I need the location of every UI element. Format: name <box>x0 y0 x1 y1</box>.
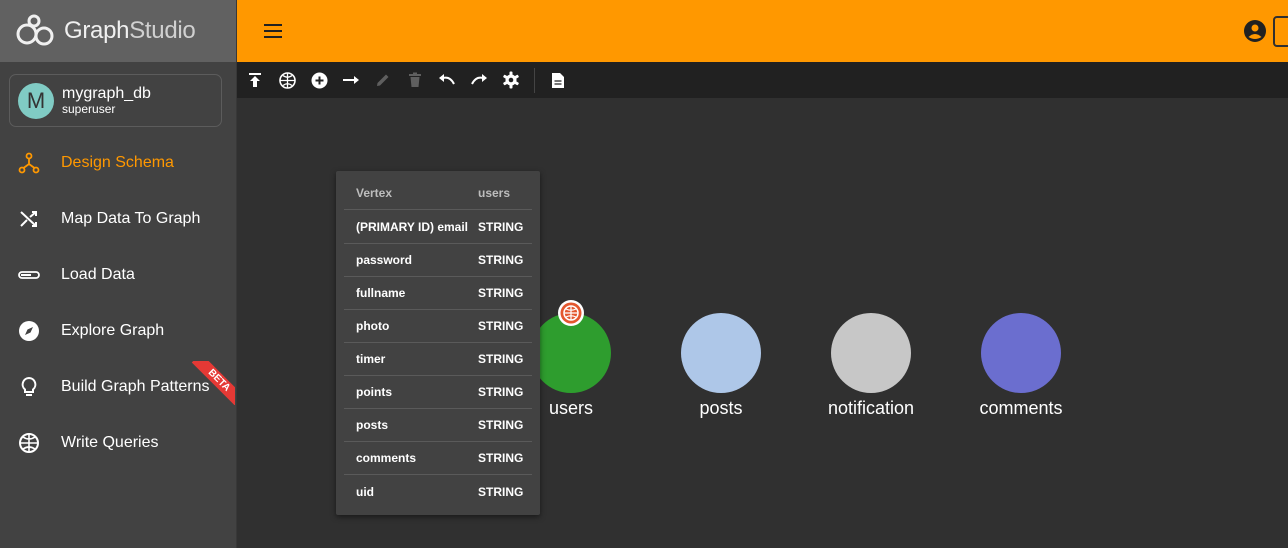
topbar-button[interactable] <box>1273 16 1288 47</box>
settings-icon[interactable] <box>502 71 520 89</box>
sidebar-item-write-queries[interactable]: Write Queries <box>0 415 236 471</box>
sidebar-item-label: Load Data <box>61 266 135 283</box>
sidebar-item-explore-graph[interactable]: Explore Graph <box>0 303 236 359</box>
vertex-label-notification: notification <box>827 398 915 418</box>
account-icon[interactable] <box>1243 19 1267 43</box>
menu-icon[interactable] <box>263 21 283 41</box>
brand-logo[interactable]: GraphStudio <box>0 0 236 62</box>
sidebar-item-label: Build Graph Patterns <box>61 378 210 395</box>
vertex-notification[interactable] <box>831 313 911 393</box>
attribute-row: password STRING <box>344 244 532 277</box>
vertex-comments[interactable] <box>981 313 1061 393</box>
delete-icon[interactable] <box>406 71 424 89</box>
sidebar-item-load-data[interactable]: Load Data <box>0 247 236 303</box>
redo-icon[interactable] <box>470 71 488 89</box>
sidebar-nav: Design Schema Map Data To Graph Load Dat… <box>0 135 236 471</box>
schema-toolbar <box>237 62 1288 98</box>
undo-icon[interactable] <box>438 71 456 89</box>
load-icon <box>18 264 40 286</box>
sidebar-item-label: Design Schema <box>61 154 174 171</box>
sidebar-item-design-schema[interactable]: Design Schema <box>0 135 236 191</box>
sidebar-item-build-patterns[interactable]: Build Graph Patterns BETA <box>0 359 236 415</box>
publish-schema-icon[interactable] <box>246 71 264 89</box>
global-vertex-icon[interactable] <box>278 71 296 89</box>
attribute-row: uid STRING <box>356 484 524 499</box>
vertex-tooltip: Vertex users (PRIMARY ID) email STRING pas… <box>336 171 540 515</box>
edit-icon[interactable] <box>374 71 392 89</box>
attribute-row: posts STRING <box>344 409 532 442</box>
attribute-row: points STRING <box>344 376 532 409</box>
beta-badge: BETA <box>191 361 235 405</box>
sidebar-item-label: Explore Graph <box>61 322 165 339</box>
sidebar-item-label: Map Data To Graph <box>61 210 201 227</box>
compass-icon <box>18 320 40 342</box>
toolbar-divider <box>534 68 535 93</box>
user-role: superuser <box>62 101 116 116</box>
vertex-posts[interactable] <box>681 313 761 393</box>
lightbulb-icon <box>18 376 40 398</box>
avatar: M <box>18 82 54 119</box>
global-vertex-badge <box>558 300 584 326</box>
graphstudio-logo-icon <box>16 14 54 46</box>
vertex-label-comments: comments <box>979 398 1063 418</box>
attribute-row: timer STRING <box>344 343 532 376</box>
attribute-row: fullname STRING <box>344 277 532 310</box>
attribute-row: photo STRING <box>344 310 532 343</box>
tooltip-header: Vertex users <box>344 177 532 210</box>
vertex-label-posts: posts <box>699 398 743 418</box>
shuffle-icon <box>18 208 40 230</box>
attribute-row: (PRIMARY ID) email STRING <box>344 211 532 244</box>
attribute-row: comments STRING <box>344 442 532 475</box>
graph-selector[interactable]: M mygraph_db superuser <box>9 74 222 127</box>
add-edge-icon[interactable] <box>342 71 360 89</box>
schema-icon <box>18 152 40 174</box>
top-bar <box>237 0 1288 62</box>
sidebar-item-map-data[interactable]: Map Data To Graph <box>0 191 236 247</box>
globe-grid-icon <box>18 432 40 454</box>
brand-name: GraphStudio <box>64 17 196 44</box>
sidebar-item-label: Write Queries <box>61 434 159 451</box>
document-icon[interactable] <box>549 71 567 89</box>
add-vertex-icon[interactable] <box>310 71 328 89</box>
sidebar: GraphStudio M mygraph_db superuser Desig… <box>0 0 237 548</box>
graph-name: mygraph_db <box>62 85 151 103</box>
